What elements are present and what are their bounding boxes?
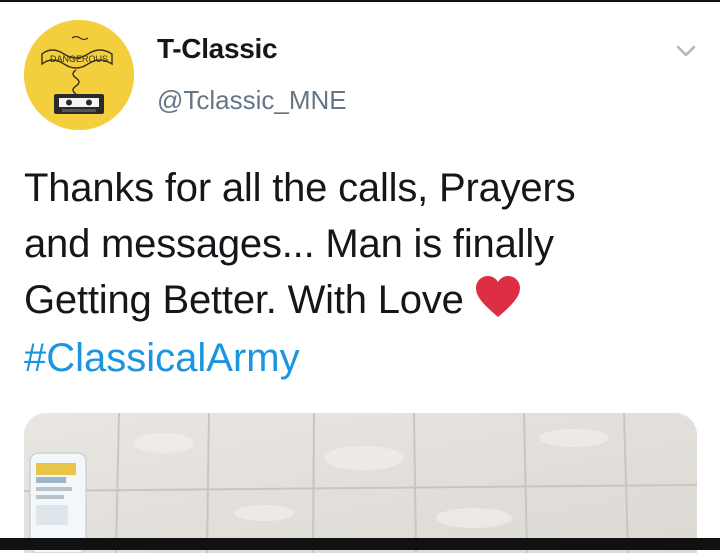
tweet-line: Thanks for all the calls, Prayers	[24, 166, 576, 210]
chevron-down-icon[interactable]	[672, 40, 700, 62]
heart-icon	[474, 275, 522, 334]
tiled-wall-photo	[24, 413, 697, 553]
display-name[interactable]: T-Classic	[157, 33, 278, 65]
avatar[interactable]: DANGEROUS	[24, 20, 134, 130]
tweet-card: DANGEROUS T-Classic @Tclassic_MNE Thanks…	[0, 0, 720, 553]
tweet-line: and messages... Man is finally	[24, 222, 554, 266]
cassette-tape-icon: DANGEROUS	[24, 20, 134, 130]
hashtag-link[interactable]: #ClassicalArmy	[24, 330, 300, 386]
avatar-logo-text: DANGEROUS	[50, 54, 108, 64]
tweet-line: Getting Better. With Love	[24, 278, 464, 322]
media-image[interactable]	[24, 413, 697, 553]
top-divider	[0, 0, 720, 2]
tweet-text: Thanks for all the calls, Prayers and me…	[24, 160, 704, 334]
bottom-bar	[0, 538, 720, 550]
user-handle[interactable]: @Tclassic_MNE	[157, 85, 347, 116]
tweet-line-with-emoji: Getting Better. With Love	[24, 272, 704, 334]
